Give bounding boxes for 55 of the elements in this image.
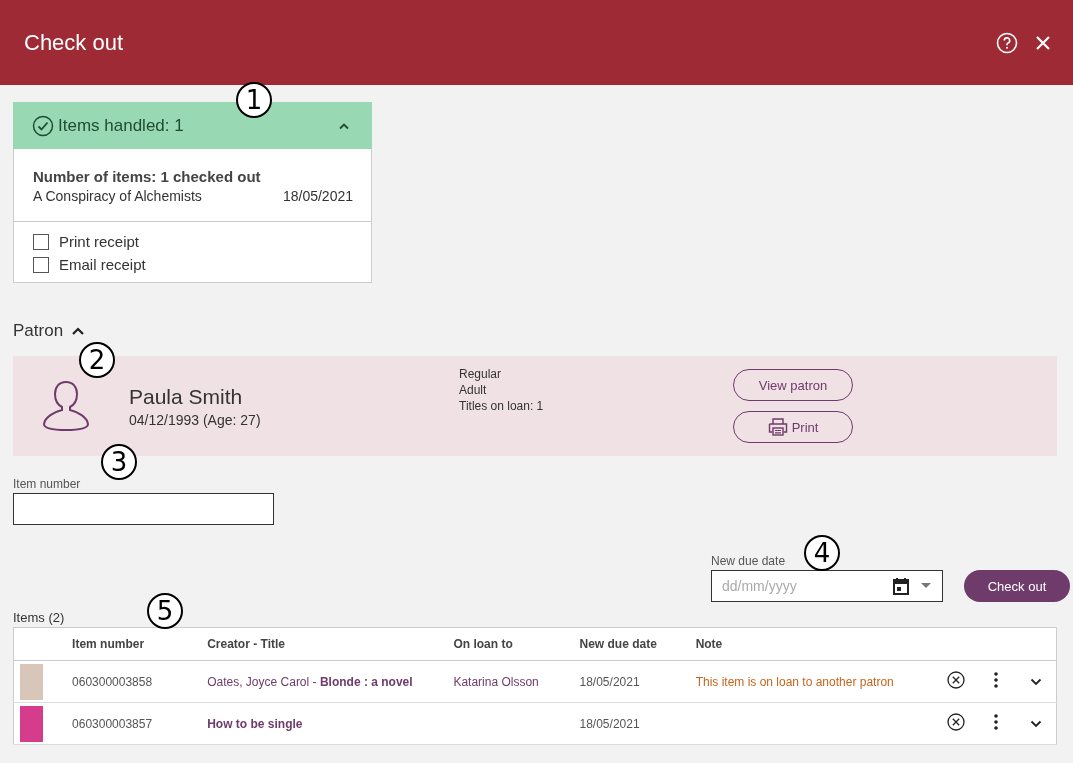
window-title: Check out (24, 29, 124, 56)
remove-circle-icon[interactable] (946, 671, 965, 689)
check-circle-icon (32, 114, 54, 137)
more-options-icon[interactable] (993, 714, 998, 730)
due-date-field[interactable]: dd/mm/yyyy (711, 570, 943, 602)
field-label: Item number (13, 477, 81, 491)
chevron-icon[interactable] (338, 121, 350, 130)
item-number-field[interactable] (13, 493, 274, 525)
note-text: This item is on loan to another patron (695, 660, 936, 703)
chevron-down-icon[interactable] (1029, 677, 1042, 686)
callout-number: 2 (79, 342, 115, 378)
due-date: 18/05/2021 (282, 188, 353, 204)
checkbox[interactable] (33, 256, 49, 273)
column-header: Note (695, 627, 936, 661)
chevron-icon (71, 326, 86, 336)
patron-detail: Titles on loan: 1 (459, 398, 545, 414)
caret-icon (921, 583, 931, 589)
callout-number: 5 (147, 593, 183, 629)
item-title: A Conspiracy of Alchemists (33, 188, 202, 204)
checkbox[interactable] (33, 233, 49, 250)
table-cell: Oates, Joyce Carol - Blonde : a novel (207, 660, 454, 703)
summary-text: Number of items: 1 checked out (33, 168, 262, 185)
calendar-icon (893, 577, 909, 595)
check-out-button[interactable]: Check out (964, 570, 1070, 602)
person-silhouette-icon (42, 379, 90, 433)
column-header: Item number (72, 627, 208, 661)
items-handled-title: Items handled: 1 (58, 115, 185, 136)
items-count-label: Items (2) (13, 610, 65, 625)
field-label: New due date (711, 554, 786, 568)
column-header: On loan to (453, 627, 580, 661)
close-icon[interactable] (1035, 34, 1051, 51)
remove-circle-icon[interactable] (946, 713, 965, 731)
cover-photo-placeholder (20, 705, 43, 742)
patron-link[interactable]: Katarina Olsson (453, 660, 580, 703)
table-cell: How to be single (207, 702, 454, 745)
table-cell: 18/05/2021 (579, 702, 696, 745)
callout-number: 4 (804, 535, 840, 571)
patron-detail: Regular (459, 366, 503, 382)
help-icon[interactable] (996, 31, 1018, 54)
checkbox-label: Email receipt (59, 256, 146, 273)
table-cell: 18/05/2021 (579, 660, 696, 703)
patron-detail: Adult (459, 382, 488, 398)
chevron-down-icon[interactable] (1029, 719, 1042, 728)
patron-birth-date: 04/12/1993 (Age: 27) (129, 411, 262, 428)
table-cell: 060300003858 (72, 660, 208, 703)
column-header: New due date (579, 627, 696, 661)
cover-photo-placeholder (20, 663, 43, 700)
printer-icon (767, 418, 788, 436)
checkbox-label: Print receipt (59, 233, 140, 250)
patron-toggle[interactable]: Patron (13, 321, 86, 341)
more-options-icon[interactable] (993, 672, 998, 688)
callout-number: 3 (101, 444, 137, 480)
column-header: Creator - Title (207, 627, 454, 661)
patron-name: Paula Smith (129, 384, 244, 409)
table-cell: 060300003857 (72, 702, 208, 745)
